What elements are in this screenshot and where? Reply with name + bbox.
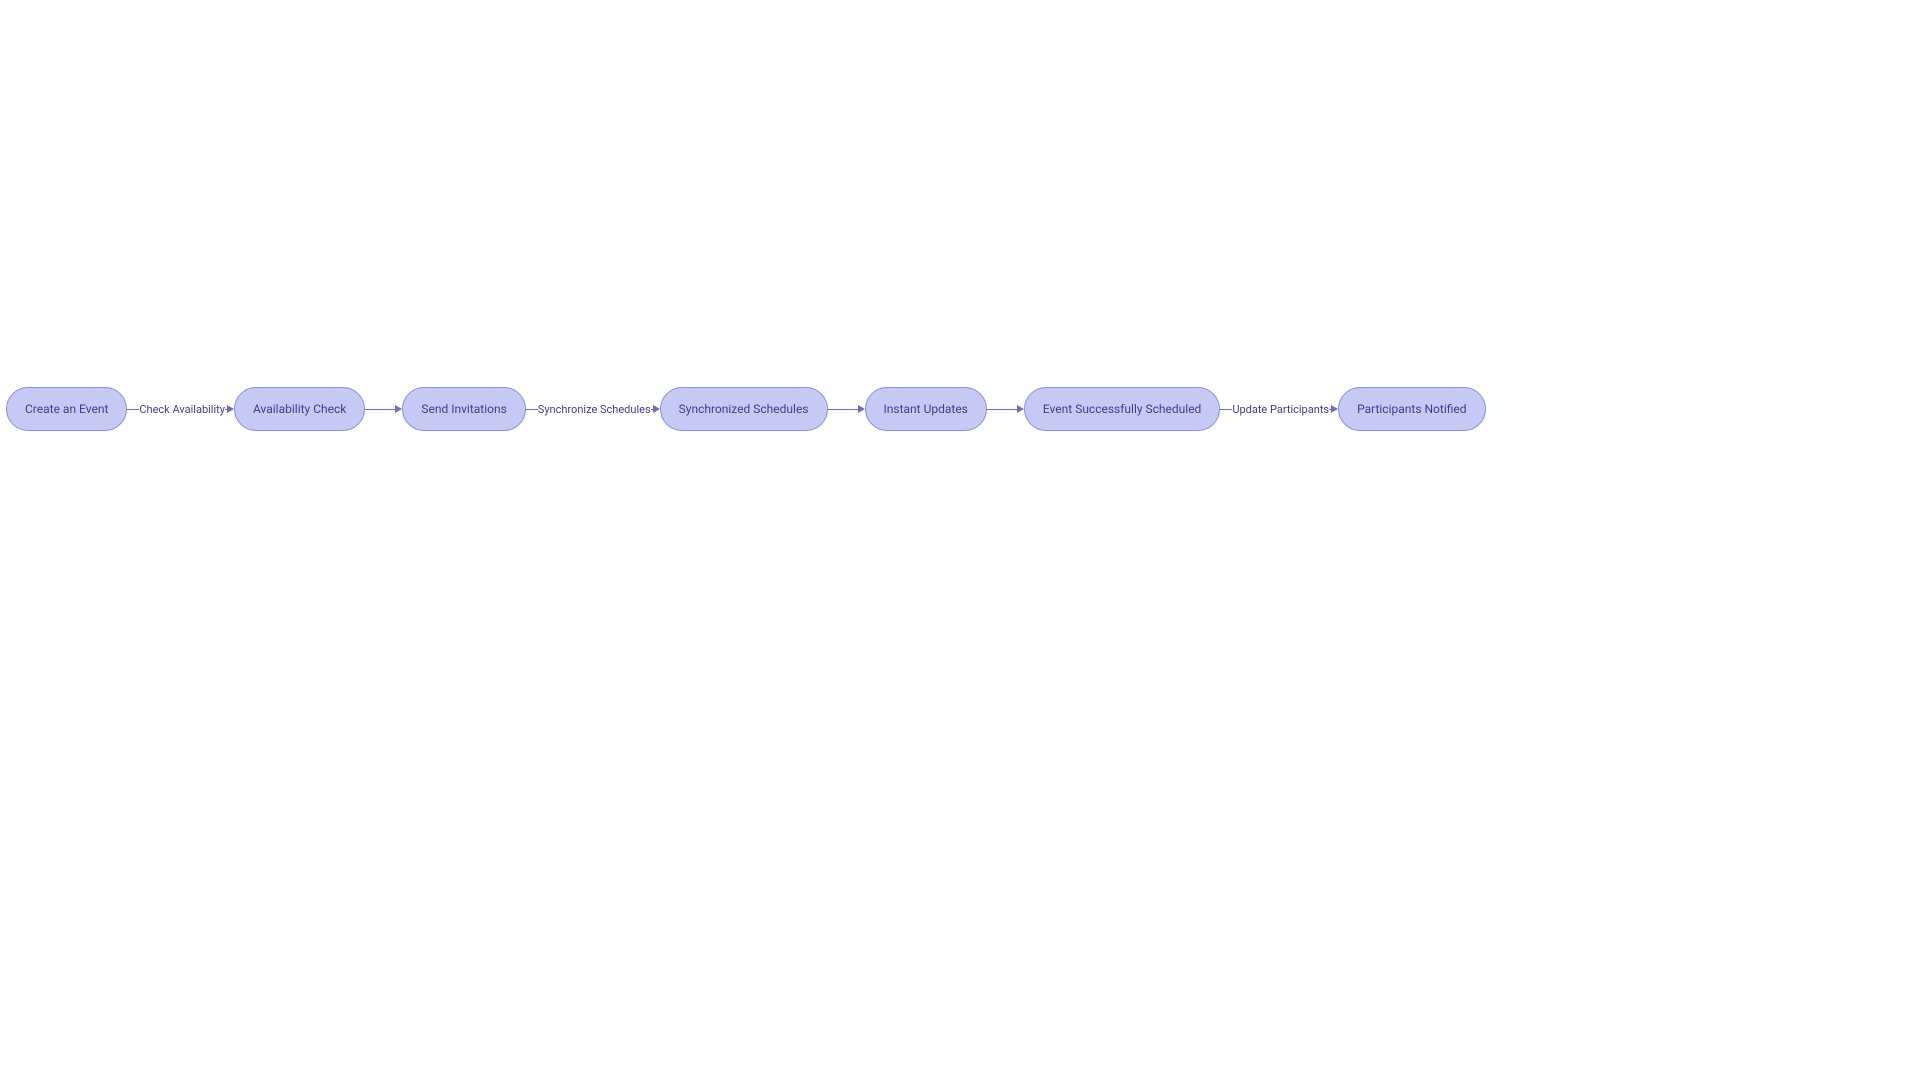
connector-label: Check Availability — [139, 403, 225, 416]
connector-2 — [365, 405, 402, 413]
node-label: Instant Updates — [884, 402, 968, 416]
arrow-head-icon — [1017, 405, 1024, 413]
node-label: Create an Event — [25, 402, 108, 416]
connector-6: Update Participants — [1220, 403, 1338, 416]
connector-line — [365, 409, 395, 410]
node-label: Participants Notified — [1357, 402, 1466, 416]
arrow-head-icon — [653, 405, 660, 413]
connector-label: Synchronize Schedules — [538, 403, 651, 416]
node-label: Availability Check — [253, 402, 346, 416]
connector-line — [526, 409, 538, 410]
flowchart-container: Create an Event Check Availability Avail… — [6, 387, 1446, 431]
arrow-head-icon — [858, 405, 865, 413]
node-label: Event Successfully Scheduled — [1043, 402, 1201, 416]
connector-3: Synchronize Schedules — [526, 403, 660, 416]
connector-line — [828, 409, 858, 410]
arrow-head-icon — [395, 405, 402, 413]
node-synchronized-schedules: Synchronized Schedules — [660, 387, 828, 431]
node-availability-check: Availability Check — [234, 387, 365, 431]
arrow-head-icon — [227, 405, 234, 413]
connector-line — [127, 409, 139, 410]
connector-4 — [828, 405, 865, 413]
node-create-event: Create an Event — [6, 387, 127, 431]
connector-line — [987, 409, 1017, 410]
node-participants-notified: Participants Notified — [1338, 387, 1485, 431]
connector-line — [1220, 409, 1232, 410]
connector-label: Update Participants — [1232, 403, 1329, 416]
connector-5 — [987, 405, 1024, 413]
node-event-scheduled: Event Successfully Scheduled — [1024, 387, 1220, 431]
node-send-invitations: Send Invitations — [402, 387, 525, 431]
node-label: Synchronized Schedules — [679, 402, 809, 416]
connector-1: Check Availability — [127, 403, 234, 416]
arrow-head-icon — [1331, 405, 1338, 413]
node-label: Send Invitations — [421, 402, 506, 416]
node-instant-updates: Instant Updates — [865, 387, 987, 431]
